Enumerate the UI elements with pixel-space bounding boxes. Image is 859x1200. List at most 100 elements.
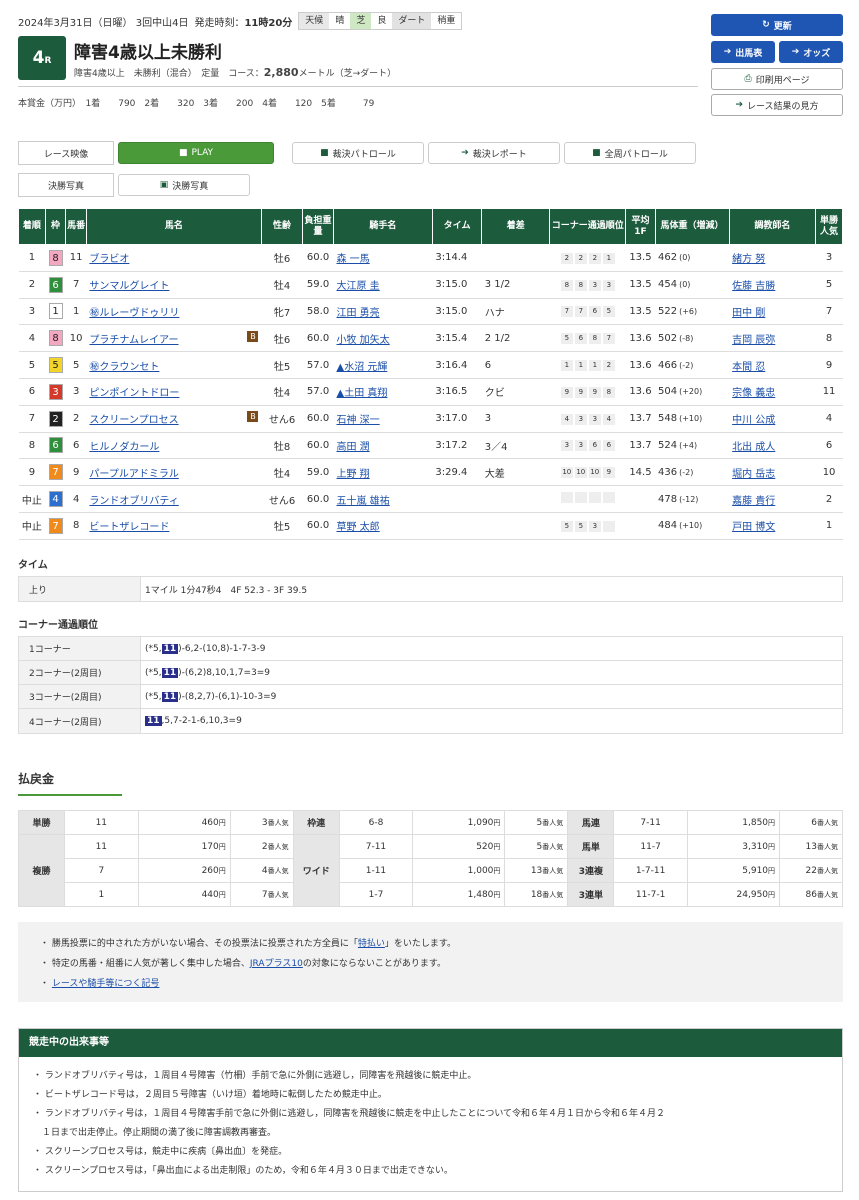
horse-name-link[interactable]: ㊙クラウンセト [89,362,159,373]
horse-name-link[interactable]: パープルアドミラル [89,469,178,480]
corner-positions: 7765 [549,298,626,326]
full-patrol-button[interactable]: ■ 全周パトロール [564,142,696,164]
trainer-link[interactable]: 本間 忍 [732,362,765,373]
report-button[interactable]: ➔ 裁決レポート [428,142,560,164]
pay-pop-cell: 13番人気 [779,834,843,859]
yen-unit: 円 [768,866,776,875]
update-button[interactable]: ↻ 更新 [711,14,843,36]
tokubarai-link[interactable]: 特払い [358,939,385,949]
win-popularity: 4 [815,405,843,433]
table-row: 4 8 10 プラチナムレイアー B 牡6 60.0 小牧 加矢太 3:15.4 2 1/2 5 6 8… [18,324,843,353]
jockey-cell: 江田 勇亮 [333,298,433,326]
avg-1f [625,512,655,540]
corner-positions: 4334 [549,405,626,433]
waku-badge: 6 [48,437,63,454]
horse-name-link[interactable]: スクリーンプロセス [89,415,178,426]
play-button[interactable]: ■ PLAY [118,142,274,164]
jra-plus10-link[interactable]: JRAプラス10 [250,959,303,969]
sex-age: 牡4 [261,378,303,406]
sex-age: せん6 [261,485,303,513]
jockey-link[interactable]: 高田 潤 [337,442,370,453]
avg-1f [625,485,655,513]
horse-name-link[interactable]: サンマルグレイト [89,281,169,292]
trainer-link[interactable]: 宗像 義忠 [732,388,775,399]
corner-list: 3366 [560,440,615,452]
col-header: 単勝人気 [815,208,843,245]
post-time-label: 発走時刻： [194,17,245,29]
arrow-circle-icon: ➔ [735,100,743,110]
video-camera-icon: ■ [178,148,188,158]
finish-position: 1 [18,244,46,272]
jockey-link[interactable]: 上野 翔 [337,469,370,480]
corner-order: (*5, 11)-(8,2,7)-(6,1)-10-3=9 [141,691,277,702]
finish-position: 5 [18,351,46,379]
pop-unit: 番人気 [817,818,838,827]
agari-value: 1マイル 1分47秒4 4F 52.3 - 3F 39.5 [145,585,308,596]
horse-name-link[interactable]: ㊙ルレーヴドゥリリ [89,308,179,319]
sex-age: 牡4 [261,458,303,487]
weight-carried: 60.0 [302,432,334,460]
pay-pop: 13 [530,865,543,876]
trainer-link[interactable]: 吉岡 辰弥 [732,335,775,346]
time-section-title: タイム [18,560,48,571]
jockey-link[interactable]: ▲土田 真翔 [337,388,388,399]
horse-name-link[interactable]: ビートザレコード [89,522,169,533]
print-button[interactable]: ⎙ 印刷用ページ [711,68,843,90]
horse-name-link[interactable]: ランドオブリバティ [89,496,178,507]
photo-button[interactable]: ▣ 決勝写真 [118,174,250,196]
post-time: 11時20分 [244,17,293,29]
corner-order-post: )-(8,2,7)-(6,1)-10-3=9 [178,691,277,702]
note-3: ・ レースや騎手等につく記号 [40,979,160,989]
jockey-link[interactable]: 五十嵐 雄祐 [337,496,390,507]
corner-label: 1コーナー [19,637,141,660]
waku-cell: 1 [45,298,66,326]
body-weight-cell: 462 (0) [655,244,730,272]
avg-1f: 13.5 [625,271,655,299]
jockey-link[interactable]: 森 一馬 [337,254,370,265]
corner-position: 2 [588,252,601,264]
pay-amount-cell: 1,090円 [412,810,506,835]
trainer-link[interactable]: 堀内 岳志 [732,469,775,480]
odds-button[interactable]: ➔ オッズ [779,41,843,63]
leader-highlight: 11 [145,716,162,726]
jockey-link[interactable]: 江田 勇亮 [337,308,380,319]
entries-button[interactable]: ➔ 出馬表 [711,41,775,63]
horse-number: 4 [65,485,87,513]
avg-1f: 13.6 [625,324,655,353]
pay-amount: 260 [201,865,219,876]
horse-cell: ブラビオ [86,244,262,272]
jockey-link[interactable]: ▲水沼 元輝 [337,362,388,373]
horse-name-link[interactable]: ヒルノダカール [89,442,159,453]
jockey-link[interactable]: 小牧 加矢太 [337,335,390,346]
col-header: 着差 [481,208,551,245]
trainer-link[interactable]: 嘉藤 貴行 [732,496,775,507]
weight-change: (0) [679,280,691,290]
jockey-link[interactable]: 石神 深一 [337,415,380,426]
pay-pop: 13 [805,841,817,852]
jockey-link[interactable]: 草野 太郎 [337,522,380,533]
horse-name-link[interactable]: プラチナムレイアー [89,335,178,346]
trainer-link[interactable]: 田中 剛 [732,308,765,319]
horse-cell: プラチナムレイアー B [86,324,262,353]
sex-age: せん6 [261,405,303,433]
body-weight-cell: 548 (+10) [655,405,730,433]
corner-position: 10 [588,467,601,479]
weight-carried: 60.0 [302,485,334,513]
howto-button[interactable]: ➔ レース結果の見方 [711,94,843,116]
patrol-button[interactable]: ■ 裁決パトロール [292,142,424,164]
trainer-link[interactable]: 戸田 博文 [732,522,775,533]
waku-cell: 3 [45,378,66,406]
trainer-link[interactable]: 北出 成人 [732,442,775,453]
trainer-link[interactable]: 中川 公成 [732,415,775,426]
horse-name-link[interactable]: ブラビオ [89,254,129,265]
finish-position: 7 [18,405,46,433]
trainer-link[interactable]: 佐藤 吉勝 [732,281,775,292]
horse-name-link[interactable]: ピンポイントドロー [89,388,179,399]
symbols-link[interactable]: レースや騎手等につく記号 [52,979,160,989]
yen-unit: 円 [768,818,776,827]
trainer-link[interactable]: 緒方 努 [732,254,765,265]
horse-number: 2 [65,405,87,433]
sex-age: 牡8 [261,432,303,460]
howto-label: レース結果の見方 [746,101,819,112]
jockey-link[interactable]: 大江原 圭 [337,281,380,292]
